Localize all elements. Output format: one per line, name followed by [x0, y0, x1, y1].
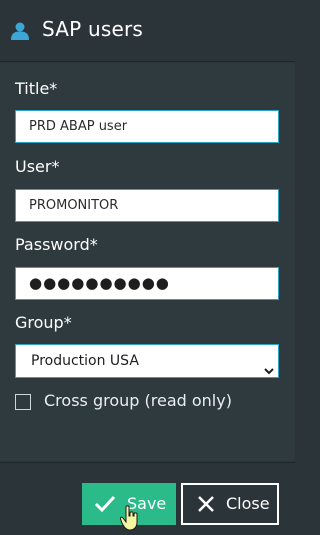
- user-input[interactable]: PROMONITOR: [15, 189, 279, 222]
- title-input[interactable]: PRD ABAP user: [15, 110, 279, 143]
- group-select[interactable]: Production USA: [15, 344, 279, 378]
- group-label: Group*: [15, 313, 72, 332]
- password-label: Password*: [15, 235, 98, 254]
- user-label: User*: [15, 157, 60, 176]
- group-select-value: Production USA: [31, 353, 139, 369]
- password-input[interactable]: ●●●●●●●●●●: [15, 267, 279, 300]
- title-label: Title*: [15, 79, 58, 98]
- close-button[interactable]: Close: [181, 483, 279, 525]
- hand-cursor-icon: [119, 505, 140, 531]
- close-button-label: Close: [226, 494, 270, 513]
- chevron-down-icon: [264, 356, 274, 375]
- user-icon: [10, 22, 30, 40]
- checkmark-icon: [94, 495, 116, 513]
- close-icon: [198, 496, 214, 512]
- cross-group-checkbox[interactable]: [15, 394, 31, 410]
- dialog-title: SAP users: [42, 17, 144, 41]
- dialog-header: SAP users: [0, 0, 295, 62]
- cross-group-label: Cross group (read only): [44, 391, 232, 410]
